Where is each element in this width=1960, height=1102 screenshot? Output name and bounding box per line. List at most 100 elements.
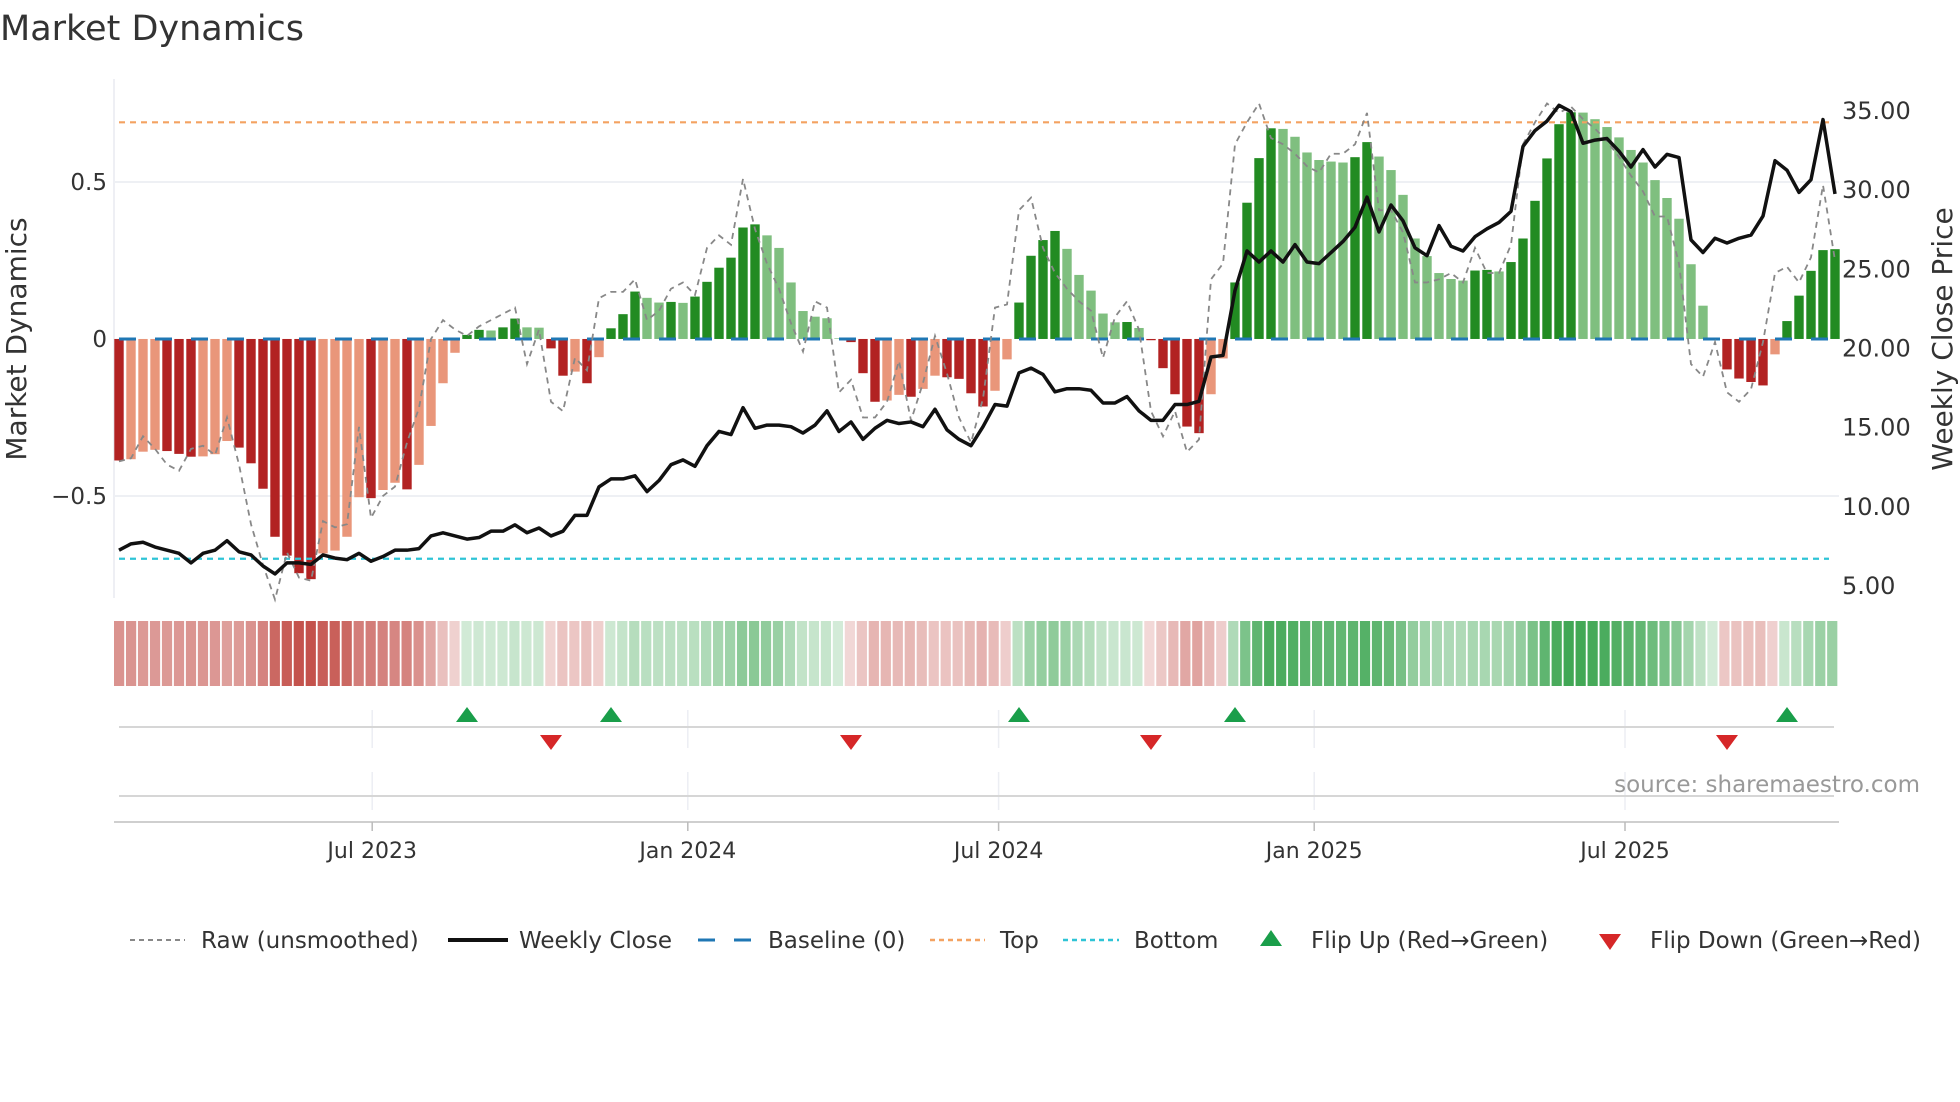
bar bbox=[750, 224, 760, 339]
strip-cell bbox=[1431, 621, 1442, 686]
strip-cell bbox=[1467, 621, 1478, 686]
y2-tick-label: 5.00 bbox=[1842, 572, 1895, 600]
bar bbox=[294, 338, 304, 574]
legend-item-baseline[interactable]: Baseline (0) bbox=[698, 928, 905, 954]
bar bbox=[1722, 338, 1732, 370]
bar bbox=[738, 227, 748, 339]
strip-cell bbox=[677, 621, 688, 686]
strip-cell bbox=[545, 621, 556, 686]
bar bbox=[1266, 128, 1276, 339]
strip-cell bbox=[988, 621, 999, 686]
bar bbox=[894, 338, 904, 395]
bar bbox=[762, 235, 772, 339]
strip-cell bbox=[713, 621, 724, 686]
bar bbox=[1302, 152, 1312, 339]
legend-item-top[interactable]: Top bbox=[930, 928, 1039, 954]
bar bbox=[1614, 137, 1624, 339]
bar bbox=[186, 338, 196, 457]
strip-cell bbox=[1563, 621, 1574, 686]
legend-item-flip-up[interactable]: Flip Up (Red→Green) bbox=[1260, 928, 1548, 954]
strip-cell bbox=[904, 621, 915, 686]
strip-cell bbox=[1551, 621, 1562, 686]
strip-cell bbox=[1611, 621, 1622, 686]
x-tick-label: Jul 2024 bbox=[952, 839, 1044, 864]
bar bbox=[354, 338, 364, 498]
bar bbox=[810, 316, 820, 339]
legend-raw-label: Raw (unsmoothed) bbox=[201, 928, 419, 954]
flip-up-marker bbox=[456, 707, 478, 722]
legend-item-bottom[interactable]: Bottom bbox=[1063, 928, 1218, 954]
legend-item-flip-down[interactable]: Flip Down (Green→Red) bbox=[1599, 928, 1921, 954]
flip-up-marker bbox=[600, 707, 622, 722]
flip-down-marker bbox=[540, 735, 562, 750]
strip-cell bbox=[1539, 621, 1550, 686]
bar bbox=[1470, 270, 1480, 339]
x-ticks: Jul 2023 Jan 2024 Jul 2024 Jan 2025 Jul 2025 bbox=[325, 822, 1670, 864]
strip-cell bbox=[1276, 621, 1287, 686]
strip-cell bbox=[329, 621, 340, 686]
strip-cell bbox=[665, 621, 676, 686]
strip-cell bbox=[425, 621, 436, 686]
strip-cell bbox=[221, 621, 233, 686]
strip-cell bbox=[509, 621, 520, 686]
bar bbox=[162, 338, 172, 452]
strip-cell bbox=[1168, 621, 1179, 686]
strip-cell bbox=[341, 621, 352, 686]
strip-cell bbox=[497, 621, 508, 686]
bar bbox=[942, 338, 952, 378]
y2-tick-label: 15.00 bbox=[1842, 414, 1911, 442]
strip-cell bbox=[1371, 621, 1383, 686]
strip-cell bbox=[1359, 621, 1371, 686]
bar bbox=[462, 334, 472, 339]
strip-cell bbox=[1827, 621, 1838, 686]
strip-cell bbox=[736, 621, 748, 686]
strip-cell bbox=[868, 621, 879, 686]
bar bbox=[1578, 112, 1588, 339]
flip-up-marker bbox=[1776, 707, 1798, 722]
bar bbox=[390, 338, 400, 483]
strip-cell bbox=[1264, 621, 1275, 686]
left-axis-label: Market Dynamics bbox=[0, 217, 33, 460]
strip-cell bbox=[1419, 621, 1431, 686]
strip-cell bbox=[772, 621, 784, 686]
bar bbox=[966, 338, 976, 394]
bar bbox=[1338, 162, 1348, 339]
bar bbox=[1830, 249, 1840, 339]
bar bbox=[1542, 158, 1552, 339]
bar bbox=[1242, 202, 1252, 339]
bar bbox=[378, 338, 388, 490]
bar bbox=[414, 338, 424, 465]
bar bbox=[1170, 338, 1180, 395]
strip-cell bbox=[353, 621, 364, 686]
strip-cell bbox=[1707, 621, 1718, 686]
legend-item-raw[interactable]: Raw (unsmoothed) bbox=[130, 928, 419, 954]
strip-cell bbox=[257, 621, 268, 686]
strip-cell bbox=[641, 621, 652, 686]
bar bbox=[1626, 149, 1636, 339]
bar bbox=[534, 327, 544, 339]
strip-cell bbox=[1491, 621, 1502, 686]
strip-cell bbox=[1791, 621, 1802, 686]
bar bbox=[222, 338, 232, 442]
strip-cell bbox=[928, 621, 939, 686]
bar bbox=[1410, 238, 1420, 339]
strip-cell bbox=[1132, 621, 1143, 686]
strip-cell bbox=[1671, 621, 1682, 686]
bar bbox=[498, 327, 508, 339]
strip-cell bbox=[365, 621, 376, 686]
bar bbox=[1434, 273, 1444, 339]
x-tick-label: Jul 2025 bbox=[1578, 839, 1670, 864]
bar bbox=[1818, 250, 1828, 339]
legend-item-close[interactable]: Weekly Close bbox=[448, 928, 672, 954]
strip-cell bbox=[1228, 621, 1239, 686]
strip-cell bbox=[1072, 621, 1083, 686]
bar bbox=[1698, 305, 1708, 339]
strip-cell bbox=[1347, 621, 1359, 686]
bar bbox=[366, 338, 376, 499]
strip-cell bbox=[689, 621, 700, 686]
right-y-ticks: 35.00 30.00 25.00 20.00 15.00 10.00 5.00 bbox=[1842, 97, 1911, 600]
strip-cell bbox=[1515, 621, 1526, 686]
bar bbox=[330, 338, 340, 551]
strip-cell bbox=[1659, 621, 1670, 686]
bar bbox=[714, 267, 724, 339]
